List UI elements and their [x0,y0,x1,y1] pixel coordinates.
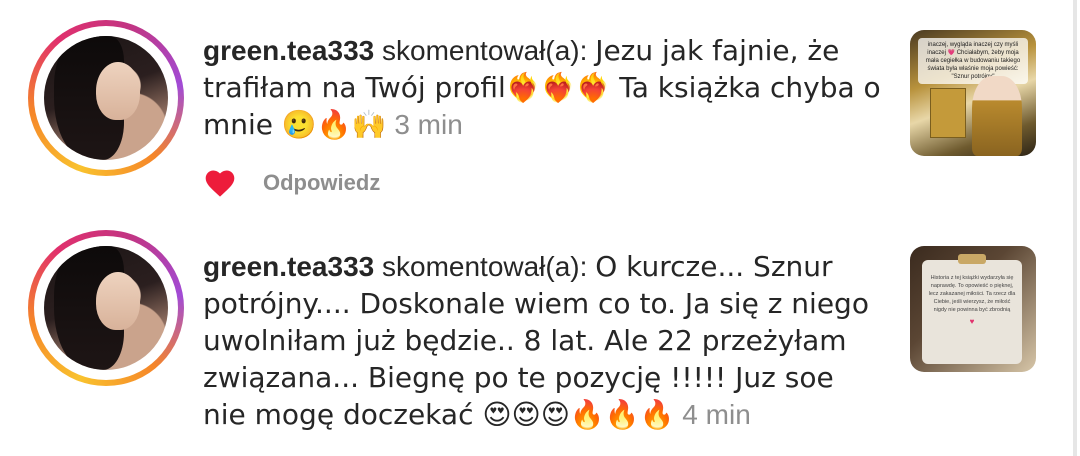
comment-action: skomentował(a): [374,35,596,66]
comment-text: green.tea333 skomentował(a): O kurcze...… [203,248,883,433]
comment-text: green.tea333 skomentował(a): Jezu jak fa… [203,32,883,143]
comment-action: skomentował(a): [374,251,596,282]
comment-timestamp: 3 min [394,109,463,140]
avatar[interactable] [44,246,168,370]
comment-username[interactable]: green.tea333 [203,35,374,66]
post-thumbnail[interactable]: Historia z tej książki wydarzyła się nap… [910,246,1036,372]
avatar[interactable] [44,36,168,160]
thumbnail-card: Historia z tej książki wydarzyła się nap… [922,254,1022,364]
small-heart-icon: ♥ [969,317,975,326]
thumbnail-caption: Historia z tej książki wydarzyła się nap… [928,275,1016,313]
author-image [972,76,1022,156]
story-ring[interactable] [28,20,184,176]
comment-actions: Odpowiedz [203,168,380,198]
thumbnail-caption: inaczej, wygląda inaczej czy myśli inacz… [918,38,1028,84]
book-image [930,88,966,138]
comment-username[interactable]: green.tea333 [203,251,374,282]
post-thumbnail[interactable]: inaczej, wygląda inaczej czy myśli inacz… [910,30,1036,156]
story-ring[interactable] [28,230,184,386]
scrollbar[interactable] [1073,0,1077,456]
comment-timestamp: 4 min [682,399,751,430]
heart-icon[interactable] [203,168,237,198]
reply-button[interactable]: Odpowiedz [263,170,380,196]
comment-row-2: green.tea333 skomentował(a): O kurcze...… [0,226,1080,456]
comment-row-1: green.tea333 skomentował(a): Jezu jak fa… [0,0,1080,197]
